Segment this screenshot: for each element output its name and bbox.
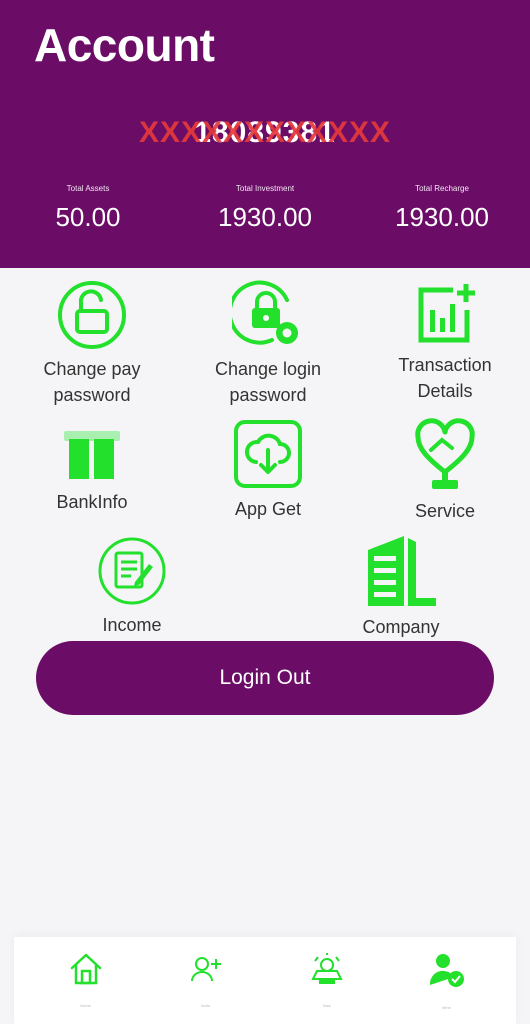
company-button[interactable]: Company	[331, 534, 471, 640]
transaction-details-button[interactable]: Transaction Details	[375, 282, 515, 404]
document-edit-icon	[98, 537, 166, 605]
vip-icon	[310, 953, 343, 984]
menu-label: BankInfo	[56, 492, 128, 512]
tab-home[interactable]: Home	[23, 937, 148, 1024]
bottom-tab-bar: Home Invite Task Mine	[14, 937, 516, 1024]
chart-add-icon	[418, 284, 475, 343]
stat-label: Total Assets	[66, 184, 110, 193]
menu-label: Company	[362, 617, 440, 637]
stat-label: Total Recharge	[415, 184, 469, 193]
stat-total-investment: Total Investment 1930.00	[177, 184, 353, 233]
stat-value: 1930.00	[218, 202, 312, 232]
lock-settings-icon	[232, 280, 298, 345]
logout-button[interactable]: Login Out	[36, 641, 494, 715]
add-user-icon	[190, 957, 221, 982]
tab-label: Invite	[200, 1003, 211, 1008]
tab-task[interactable]: Task	[264, 937, 389, 1024]
stat-value: 50.00	[55, 202, 121, 232]
menu-label: Change login password	[214, 359, 322, 405]
menu-label: Change pay password	[43, 359, 141, 405]
stat-total-recharge: Total Recharge 1930.00	[354, 184, 530, 233]
building-icon	[368, 536, 436, 606]
stat-total-assets: Total Assets 50.00	[0, 184, 176, 233]
tab-label: Mine	[442, 1005, 451, 1010]
stat-label: Total Investment	[235, 184, 295, 193]
menu-label: Service	[414, 501, 476, 521]
cloud-download-icon	[234, 420, 302, 488]
account-header: Account 18089381 XXXXXXXXXXXX Total Asse…	[0, 0, 530, 268]
bank-card-icon	[64, 431, 120, 479]
account-id-redaction: XXXXXXXXXXXX	[138, 116, 392, 149]
heart-trophy-icon	[415, 418, 475, 489]
menu-label: Transaction Details	[398, 355, 492, 401]
tab-label: Home	[80, 1003, 91, 1008]
menu-label: App Get	[234, 499, 302, 519]
app-get-button[interactable]: App Get	[198, 418, 338, 522]
change-pay-password-button[interactable]: Change pay password	[22, 280, 162, 408]
stat-value: 1930.00	[395, 202, 489, 232]
tab-label: Task	[322, 1003, 331, 1008]
page-title: Account	[34, 19, 215, 71]
tab-invite[interactable]: Invite	[143, 937, 268, 1024]
bank-info-button[interactable]: BankInfo	[22, 427, 162, 515]
home-icon	[70, 953, 101, 985]
income-button[interactable]: Income	[62, 536, 202, 638]
user-check-icon	[429, 954, 464, 987]
menu-label: Income	[102, 615, 162, 635]
change-login-password-button[interactable]: Change login password	[198, 278, 338, 408]
service-button[interactable]: Service	[375, 418, 515, 524]
unlock-icon	[58, 281, 126, 349]
tab-mine[interactable]: Mine	[384, 937, 509, 1024]
